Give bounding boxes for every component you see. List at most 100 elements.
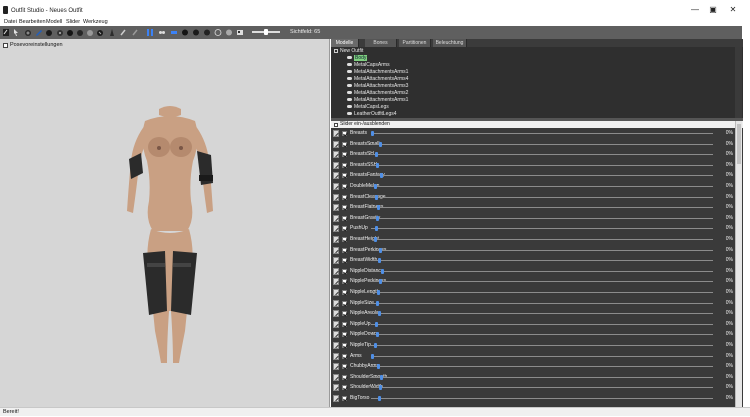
slider-track[interactable] [371,249,713,251]
slider-knob[interactable] [374,343,377,348]
slider-knob[interactable] [377,205,380,211]
tree-item[interactable]: MetalCapsLegs [347,104,389,111]
maximize-button[interactable]: ▣ [704,4,722,16]
edit-slider-icon[interactable] [333,204,339,212]
connected-only-icon[interactable] [158,28,166,37]
slider-knob[interactable] [374,184,377,189]
edit-slider-icon[interactable] [333,278,339,286]
edit-slider-icon[interactable] [333,267,339,275]
slider-enable-checkbox[interactable] [342,290,347,295]
edit-slider-icon[interactable] [333,331,339,339]
visibility-icon[interactable] [347,56,352,60]
slider-knob[interactable] [374,237,377,242]
slider-scrollbar[interactable] [735,121,742,407]
slider-track[interactable] [371,228,713,230]
slider-knob[interactable] [376,332,379,338]
weight-paint-icon[interactable] [108,28,116,37]
visibility-icon[interactable] [347,112,352,116]
slider-enable-checkbox[interactable] [342,215,347,221]
menu-bearbeiten[interactable]: Bearbeiten [19,18,46,26]
edit-slider-icon[interactable] [333,193,339,201]
edit-slider-icon[interactable] [333,352,339,360]
slider-enable-checkbox[interactable] [342,131,347,136]
color-paint-icon[interactable] [119,28,127,37]
slider-track[interactable] [371,334,713,336]
edit-slider-icon[interactable] [333,395,339,402]
edit-slider-icon[interactable] [333,172,339,180]
slider-track[interactable] [371,366,713,368]
slider-knob[interactable] [371,353,374,359]
menu-werkzeug[interactable]: Werkzeug [83,18,108,26]
view-front-icon[interactable] [181,28,189,37]
slider-enable-checkbox[interactable] [342,321,347,327]
menu-slider[interactable]: Slider [66,18,80,26]
global-brush-icon[interactable] [170,28,178,37]
edit-slider-icon[interactable] [333,161,339,169]
visibility-icon[interactable] [347,84,352,88]
brush-mask-icon[interactable] [35,28,43,37]
slider-knob[interactable] [377,364,380,370]
slider-enable-checkbox[interactable] [342,226,347,232]
fov-slider-knob[interactable] [264,29,268,35]
slider-knob[interactable] [380,374,383,380]
pose-presets-checkbox[interactable]: Posevoreinstellungen [3,42,63,48]
slider-enable-checkbox[interactable] [342,364,347,370]
slider-knob[interactable] [378,311,381,317]
slider-track[interactable] [371,313,713,315]
tab-beleuchtung[interactable]: Beleuchtung [433,39,467,47]
tree-item[interactable]: Body [347,55,368,62]
tree-item[interactable]: MetalCapsArms [347,62,390,69]
slider-enable-checkbox[interactable] [342,194,347,200]
slider-enable-checkbox[interactable] [342,141,347,147]
slider-knob[interactable] [379,141,382,147]
slider-track[interactable] [371,164,713,166]
mirror-x-icon[interactable] [146,28,154,37]
slider-enable-checkbox[interactable] [342,173,347,179]
tab-modelle[interactable]: Modelle [331,39,359,47]
slider-knob[interactable] [375,226,378,232]
edit-slider-icon[interactable] [333,289,339,296]
slider-knob[interactable] [375,152,378,158]
visibility-icon[interactable] [347,63,352,67]
transform-icon[interactable] [2,28,10,37]
slider-knob[interactable] [380,173,383,179]
edit-slider-icon[interactable] [333,257,339,265]
slider-enable-checkbox[interactable] [342,162,347,168]
slider-track[interactable] [371,323,713,325]
slider-track[interactable] [371,239,713,240]
slider-knob[interactable] [379,385,382,391]
slider-track[interactable] [371,292,713,293]
slider-enable-checkbox[interactable] [342,258,347,264]
checkbox-box[interactable] [334,122,338,127]
edit-slider-icon[interactable] [333,373,339,381]
brush-undiff-icon[interactable] [86,28,94,37]
slider-track[interactable] [371,196,713,198]
slider-track[interactable] [371,398,713,399]
brush-move-icon[interactable] [66,28,74,37]
lighting-icon[interactable] [225,28,233,37]
visibility-icon[interactable] [347,77,352,81]
tab-bones[interactable]: Bones [365,39,397,47]
checkbox-box[interactable] [3,42,8,48]
collapse-icon[interactable] [334,48,338,53]
visibility-icon[interactable] [347,98,352,102]
slider-track[interactable] [371,302,713,304]
edit-slider-icon[interactable] [333,225,339,233]
slider-knob[interactable] [376,215,379,221]
slider-knob[interactable] [375,194,378,200]
slider-track[interactable] [371,217,713,219]
tab-partitionen[interactable]: Partitionen [399,39,431,47]
slider-knob[interactable] [375,321,378,327]
slider-enable-checkbox[interactable] [342,247,347,253]
character-model[interactable] [115,101,225,371]
scrollbar-thumb[interactable] [737,124,741,164]
slider-enable-checkbox[interactable] [342,184,347,189]
brush-standard-icon[interactable] [24,28,32,37]
slider-knob[interactable] [378,396,381,401]
edit-slider-icon[interactable] [333,183,339,190]
visibility-icon[interactable] [347,91,352,95]
edit-slider-icon[interactable] [333,130,339,137]
slider-enable-checkbox[interactable] [342,205,347,211]
edit-slider-icon[interactable] [333,140,339,148]
slider-track[interactable] [371,387,713,389]
